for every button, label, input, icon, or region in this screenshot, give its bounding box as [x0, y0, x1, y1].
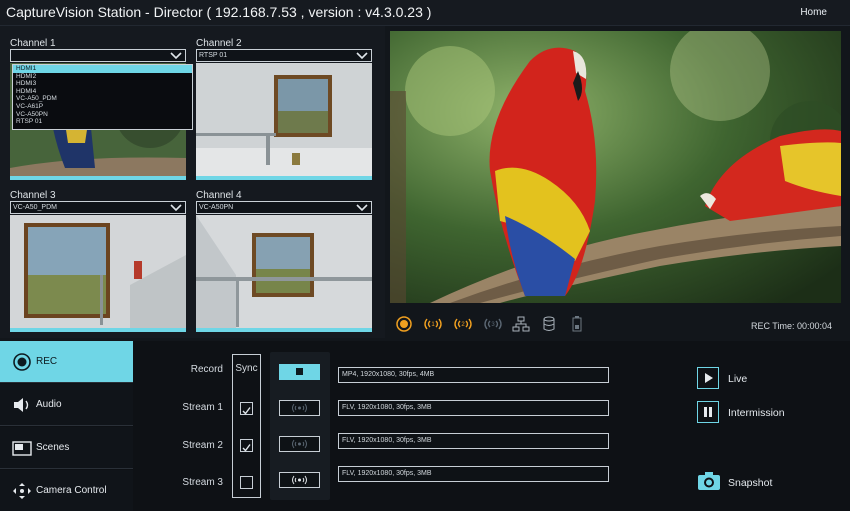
stream-3-broadcast-button[interactable]	[279, 472, 320, 488]
snapshot-label[interactable]: Snapshot	[728, 477, 772, 489]
intermission-label[interactable]: Intermission	[728, 407, 785, 419]
chevron-down-icon	[170, 204, 182, 212]
channel-2-status-bar	[196, 176, 372, 180]
nav-item-label: Audio	[36, 399, 62, 410]
channel-1-status-bar	[10, 176, 186, 180]
nav-item-audio[interactable]: Audio	[0, 384, 133, 426]
stream-3-broadcast-icon[interactable]: 3	[482, 316, 504, 332]
stream-1-broadcast-button[interactable]	[279, 400, 320, 416]
channel-1-source-dropdown[interactable]: HDMI1 HDMI2 HDMI3 HDMI4 VC-A50_PDM VC-A6…	[12, 64, 193, 130]
channel-4-panel: Channel 4 VC-A50PN	[196, 190, 372, 335]
program-toolbar: 1 2 3 REC Time: 00:00:04	[390, 310, 841, 338]
window-title: CaptureVision Station - Director ( 192.1…	[6, 4, 432, 20]
stream-3-format-field[interactable]: FLV, 1920x1080, 30fps, 3MB	[338, 466, 609, 482]
dropdown-option[interactable]: VC-A50PN	[13, 111, 192, 119]
channel-2-panel: Channel 2 RTSP 01	[196, 38, 372, 183]
pause-icon	[704, 407, 712, 417]
dropdown-option[interactable]: HDMI3	[13, 80, 192, 88]
app-window: CaptureVision Station - Director ( 192.1…	[0, 0, 850, 511]
channel-4-preview[interactable]	[196, 215, 372, 328]
stream-2-sync-checkbox[interactable]	[240, 439, 253, 452]
network-icon[interactable]	[512, 316, 530, 332]
nav-item-camera-control[interactable]: Camera Control	[0, 470, 133, 511]
channel-4-label: Channel 4	[196, 190, 242, 201]
stream-1-row-label: Stream 1	[182, 402, 223, 413]
channel-4-selected-value: VC-A50PN	[199, 204, 234, 211]
channel-3-status-bar	[10, 328, 186, 332]
channel-2-selected-value: RTSP 01	[199, 52, 228, 59]
channel-3-preview[interactable]	[10, 215, 186, 328]
channel-3-panel: Channel 3 VC-A50_PDM	[10, 190, 186, 335]
play-icon	[705, 373, 713, 383]
nav-item-label: Scenes	[36, 442, 70, 453]
channel-3-label: Channel 3	[10, 190, 56, 201]
live-label[interactable]: Live	[728, 373, 747, 385]
svg-text:3: 3	[491, 322, 495, 328]
speaker-icon	[14, 398, 29, 412]
stream-button-column	[270, 352, 330, 500]
channel-2-label: Channel 2	[196, 38, 242, 49]
record-icon	[13, 353, 31, 371]
stream-1-broadcast-icon[interactable]: 1	[422, 316, 444, 332]
stream-1-format-field[interactable]: FLV, 1920x1080, 30fps, 3MB	[338, 400, 609, 416]
stream-2-broadcast-button[interactable]	[279, 436, 320, 452]
live-button[interactable]	[697, 367, 719, 389]
record-format-field[interactable]: MP4, 1920x1080, 30fps, 4MB	[338, 367, 609, 383]
chevron-down-icon	[170, 52, 182, 60]
record-stop-button[interactable]	[279, 364, 320, 380]
stream-2-row-label: Stream 2	[182, 440, 223, 451]
chevron-down-icon	[356, 52, 368, 60]
channel-4-status-bar	[196, 328, 372, 332]
broadcast-icon	[292, 475, 307, 485]
dropdown-option[interactable]: HDMI1	[13, 65, 192, 73]
nav-item-scenes[interactable]: Scenes	[0, 427, 133, 469]
dropdown-option[interactable]: VC-A61P	[13, 103, 192, 111]
svg-text:1: 1	[431, 322, 435, 328]
chevron-down-icon	[356, 204, 368, 212]
svg-text:2: 2	[461, 322, 465, 328]
nav-item-label: REC	[36, 356, 58, 367]
channel-1-label: Channel 1	[10, 38, 56, 49]
program-preview	[390, 31, 841, 303]
record-row-label: Record	[190, 364, 223, 375]
stream-3-sync-checkbox[interactable]	[240, 476, 253, 489]
checkmark-icon	[242, 407, 251, 415]
stream-1-sync-checkbox[interactable]	[240, 402, 253, 415]
stream-2-format-field[interactable]: FLV, 1920x1080, 30fps, 3MB	[338, 433, 609, 449]
channel-3-selected-value: VC-A50_PDM	[13, 204, 57, 211]
move-arrows-icon	[13, 483, 31, 499]
intermission-button[interactable]	[697, 401, 719, 423]
checkmark-icon	[242, 444, 251, 452]
title-bar: CaptureVision Station - Director ( 192.1…	[0, 0, 850, 26]
sync-header: Sync	[235, 363, 258, 374]
rec-time: REC Time: 00:00:04	[750, 321, 832, 331]
nav-item-label: Camera Control	[36, 485, 107, 496]
stream-3-row-label: Stream 3	[182, 477, 223, 488]
dropdown-option[interactable]: RTSP 01	[13, 118, 192, 126]
camera-icon[interactable]	[697, 471, 721, 491]
channel-4-source-select[interactable]: VC-A50PN	[196, 201, 372, 214]
side-nav: REC Audio Scenes Camera Control	[0, 341, 133, 511]
stop-icon	[296, 368, 303, 375]
scenes-icon	[12, 441, 32, 456]
record-indicator-icon[interactable]	[396, 316, 412, 332]
battery-icon[interactable]	[572, 316, 582, 332]
sync-column: Sync	[232, 354, 261, 498]
channel-2-source-select[interactable]: RTSP 01	[196, 49, 372, 62]
broadcast-icon	[292, 403, 307, 413]
stream-2-broadcast-icon[interactable]: 2	[452, 316, 474, 332]
dropdown-option[interactable]: HDMI4	[13, 88, 192, 96]
storage-icon[interactable]	[542, 316, 556, 332]
channel-1-source-select[interactable]	[10, 49, 186, 62]
home-link[interactable]: Home	[800, 7, 827, 18]
broadcast-icon	[292, 439, 307, 449]
channel-3-source-select[interactable]: VC-A50_PDM	[10, 201, 186, 214]
nav-item-rec[interactable]: REC	[0, 341, 133, 383]
channel-2-preview[interactable]	[196, 63, 372, 176]
dropdown-option[interactable]: VC-A50_PDM	[13, 95, 192, 103]
dropdown-option[interactable]: HDMI2	[13, 73, 192, 81]
